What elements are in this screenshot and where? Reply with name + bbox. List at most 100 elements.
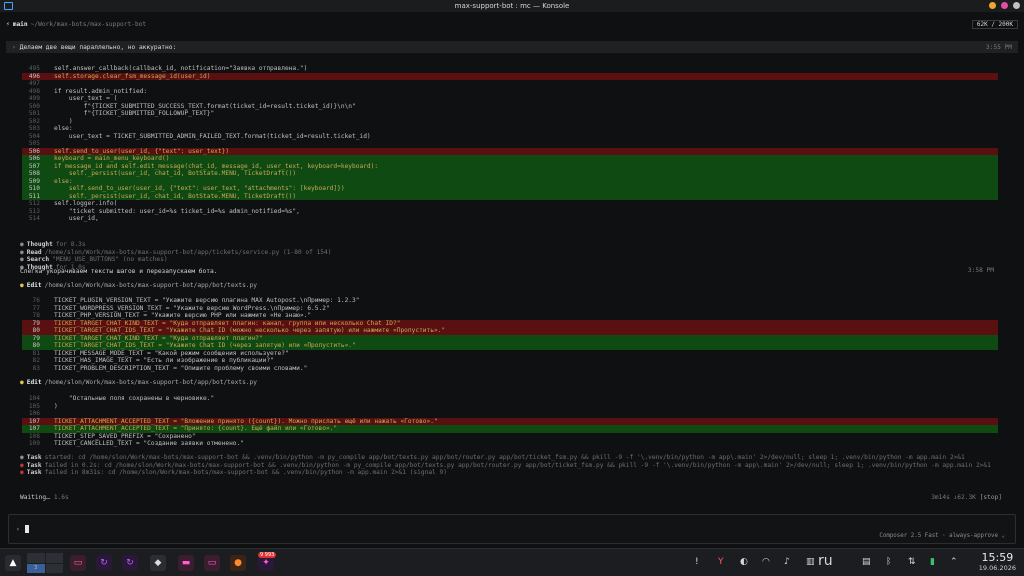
line-number: 497: [28, 80, 40, 87]
keyboard-layout[interactable]: ru: [818, 553, 833, 569]
code-line: 107 TICKET_ATTACHMENT_ACCEPTED_TEXT = "Пр…: [22, 425, 998, 433]
code-line: 511 self._persist(user_id, chat_id, BotS…: [22, 192, 998, 200]
terminal-app-icon[interactable]: ▭: [70, 555, 86, 571]
agent-icon: ⚡: [6, 21, 10, 28]
working-directory: ~/Work/max-bots/max-support-bot: [30, 21, 147, 28]
maximize-button[interactable]: [1001, 2, 1008, 9]
model-selector[interactable]: Composer 2.5 Fast · always-approve ⌄: [879, 533, 1005, 539]
line-number: 107: [28, 425, 40, 432]
code-line: 104 "Остальные поля сохранены в черновик…: [22, 395, 998, 403]
headset-tray-icon[interactable]: ◠: [762, 557, 770, 567]
code-line: 79 TICKET_TARGET_CHAT_KIND_TEXT = "Куда о…: [22, 334, 998, 342]
code-text: TICKET_HAS_IMAGE_TEXT = "Есть ли изображ…: [54, 357, 274, 364]
task-detail: failed in 0.2s: cd /home/slon/Work/max-b…: [44, 461, 991, 469]
line-number: 512: [28, 200, 40, 207]
desktop-2[interactable]: [45, 553, 63, 563]
stop-button[interactable]: [stop]: [980, 494, 1002, 501]
terminal-area[interactable]: ⚡ main ~/Work/max-bots/max-support-bot 6…: [0, 12, 1024, 555]
action-item[interactable]: ● Read/home/slon/Work/max-bots/max-suppor…: [20, 249, 331, 257]
cursor-app-icon-2[interactable]: ↻: [122, 555, 138, 571]
clipboard-tray-icon[interactable]: ▤: [862, 557, 871, 567]
line-number: 105: [28, 402, 40, 410]
notification-badge: 9 993: [258, 552, 277, 558]
action-item[interactable]: ● Search "MENU_USE_BUTTONS" (no matches): [20, 256, 168, 264]
code-line: 496 self.storage.clear_fsm_message_id(use…: [22, 72, 998, 80]
code-text: user_text = (: [54, 95, 118, 102]
line-number: 498: [28, 87, 40, 95]
text-cursor: [25, 525, 29, 533]
network-tray-icon[interactable]: ▥: [806, 557, 815, 567]
task-detail: failed in 8m31s: cd /home/slon/Work/max-…: [44, 469, 447, 476]
cursor-app-icon[interactable]: ↻: [96, 555, 112, 571]
task-keyword: Task: [26, 469, 42, 476]
desktop-4[interactable]: [45, 563, 63, 573]
action-detail: /home/slon/Work/max-bots/max-support-bot…: [44, 248, 332, 256]
code-line: 507 if message_id and self.edit_message(c…: [22, 162, 998, 170]
yandex-tray-icon[interactable]: Y: [718, 557, 724, 567]
battery-tray-icon[interactable]: ▮: [930, 557, 935, 567]
volume-tray-icon[interactable]: ♪: [784, 557, 790, 567]
code-text: "ticket submitted: user_id=%s ticket_id=…: [54, 207, 300, 215]
bluetooth-tray-icon[interactable]: ᛒ: [886, 557, 891, 567]
app-launcher-icon[interactable]: ▲: [5, 555, 21, 571]
code-text: TICKET_ATTACHMENT_ACCEPTED_TEXT = "Вложе…: [54, 417, 438, 425]
line-number: 506: [28, 155, 40, 162]
code-text: TICKET_TARGET_CHAT_KIND_TEXT = "Куда отп…: [54, 319, 401, 327]
minimize-button[interactable]: [989, 2, 996, 9]
line-number: 510: [28, 185, 40, 192]
edit-file-path: /home/slon/Work/max-bots/max-support-bot…: [44, 379, 257, 386]
line-number: 79: [32, 319, 40, 327]
code-line: 510 self.send_to_user(user_id, {"text": …: [22, 185, 998, 193]
line-number: 504: [28, 132, 40, 140]
task-item[interactable]: ● Task failed in 8m31s: cd /home/slon/Work…: [20, 469, 1010, 477]
code-text: if message_id and self.edit_message(chat…: [54, 162, 379, 170]
palette-tray-icon[interactable]: ◐: [740, 557, 748, 567]
code-diff-texts-1: 76 TICKET_PLUGIN_VERSION_TEXT = "Укажите …: [22, 297, 998, 372]
code-text: self.logger.info(: [54, 200, 118, 207]
edit-bullet-icon: ●: [20, 379, 24, 386]
prompt-input[interactable]: › Composer 2.5 Fast · always-approve ⌄: [8, 514, 1016, 544]
taskbar: ▲ 3 ▭ ↻ ↻ ◆ ▬ ▭ ● ✦ 9 993 ! Y ◐ ◠ ♪ ▥ ru…: [0, 548, 1024, 576]
task-item[interactable]: ● Task failed in 0.2s: cd /home/slon/Work/…: [20, 462, 1010, 470]
bullet-icon: ●: [20, 256, 24, 263]
line-number: 508: [28, 170, 40, 177]
line-number: 496: [28, 72, 40, 80]
code-text: self._persist(user_id, chat_id, BotState…: [54, 192, 297, 200]
line-number: 107: [28, 417, 40, 425]
code-line: 81 TICKET_MESSAGE_MODE_TEXT = "Какой режи…: [22, 350, 998, 358]
code-line: 79 TICKET_TARGET_CHAT_KIND_TEXT = "Куда о…: [22, 319, 998, 327]
code-text: else:: [54, 177, 73, 185]
action-detail: for 8.3s: [55, 241, 86, 248]
task-log: ● Task started: cd /home/slon/Work/max-bot…: [20, 454, 1010, 477]
code-text: else:: [54, 125, 73, 132]
edit-header-1[interactable]: ● Edit /home/slon/Work/max-bots/max-supp…: [20, 282, 257, 289]
desktop-3[interactable]: 3: [27, 563, 45, 573]
task-detail: started: cd /home/slon/Work/max-bots/max…: [44, 454, 965, 461]
user-message-time: 3:55 PM: [985, 43, 1012, 51]
close-button[interactable]: [1013, 2, 1020, 9]
code-diff-texts-2: 104 "Остальные поля сохранены в черновик…: [22, 395, 998, 448]
virtual-desktop-pager[interactable]: 3: [27, 553, 63, 573]
line-number: 109: [28, 440, 40, 447]
code-text: "Остальные поля сохранены в черновике.": [54, 395, 215, 402]
konsole-app-icon[interactable]: ▭: [204, 555, 220, 571]
window-titlebar: max-support-bot : mc — Konsole: [0, 0, 1024, 12]
firefox-app-icon[interactable]: ●: [230, 555, 246, 571]
clock-time: 15:59: [981, 551, 1014, 564]
edit-header-2[interactable]: ● Edit /home/slon/Work/max-bots/max-supp…: [20, 379, 257, 386]
desktop-1[interactable]: [27, 553, 45, 563]
task-item[interactable]: ● Task started: cd /home/slon/Work/max-bot…: [20, 454, 1010, 462]
warning-tray-icon[interactable]: !: [695, 557, 699, 567]
action-item[interactable]: ● Thought for 8.3s: [20, 241, 86, 249]
code-text: TICKET_TARGET_CHAT_IDS_TEXT = "Укажите C…: [54, 342, 356, 349]
code-line: 505: [22, 140, 998, 148]
konsole-icon[interactable]: [4, 2, 13, 10]
assistant-narration: Слегка укорачиваем тексты шагов и переза…: [20, 268, 218, 275]
network-manager-icon[interactable]: ⇅: [908, 557, 916, 567]
bullet-icon: ●: [20, 248, 24, 256]
task-keyword: Task: [26, 461, 42, 469]
tux-app-icon[interactable]: ◆: [150, 555, 166, 571]
clock[interactable]: 15:59 19.06.2026: [979, 551, 1016, 573]
folder-app-icon[interactable]: ▬: [178, 555, 194, 571]
tray-expand-icon[interactable]: ⌃: [950, 557, 958, 567]
